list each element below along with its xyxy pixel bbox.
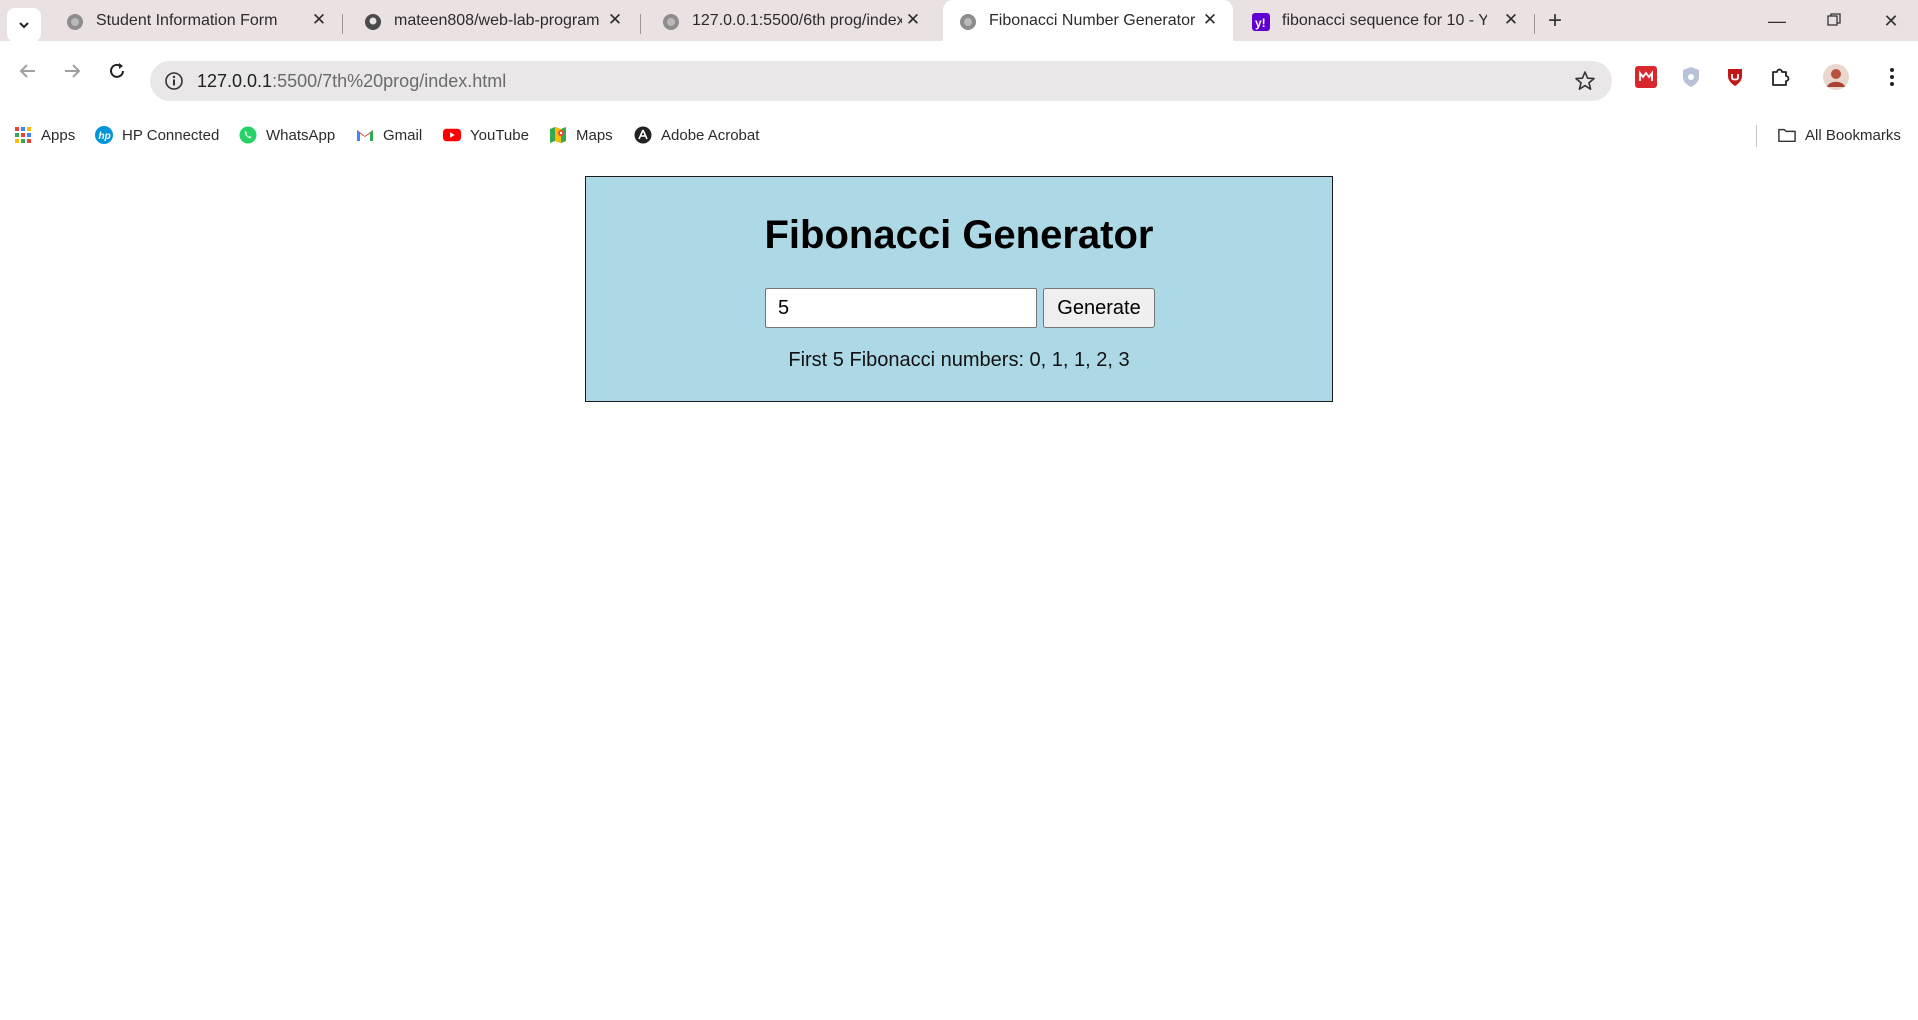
- bookmark-youtube[interactable]: YouTube: [443, 117, 529, 153]
- hp-icon: hp: [95, 126, 113, 144]
- url-host: 127.0.0.1: [197, 71, 273, 91]
- tab-title: Fibonacci Number Generator: [989, 12, 1196, 29]
- tab-student-information-form[interactable]: Student Information Form ✕: [50, 0, 340, 41]
- new-tab-button[interactable]: +: [1543, 9, 1567, 33]
- tab-divider: [342, 14, 343, 34]
- apps-grid-icon: [14, 126, 32, 144]
- page-title: Fibonacci Generator: [764, 213, 1154, 257]
- bookmark-label: Apps: [41, 126, 76, 144]
- tab-title: Student Information Form: [96, 12, 278, 29]
- close-icon[interactable]: ✕: [1502, 11, 1520, 29]
- bookmark-adobe-acrobat[interactable]: Adobe Acrobat: [634, 117, 759, 153]
- bookmark-hp-connected[interactable]: hp HP Connected: [95, 117, 219, 153]
- tab-title: fibonacci sequence for 10 - Yah: [1282, 12, 1487, 29]
- avatar-icon: [1823, 64, 1849, 90]
- bookmark-label: Gmail: [383, 126, 423, 144]
- globe-icon: [960, 14, 976, 30]
- bookmark-star-icon[interactable]: [1574, 70, 1596, 92]
- bookmark-label: WhatsApp: [266, 126, 336, 144]
- tab-divider: [640, 14, 641, 34]
- reload-icon: [110, 63, 124, 78]
- bookmark-label: Adobe Acrobat: [661, 126, 760, 144]
- tab-title: 127.0.0.1:5500/6th prog/index.h: [692, 12, 902, 29]
- bookmarks-bar: Apps hp HP Connected WhatsApp Gmail YouT…: [0, 117, 1918, 153]
- tab-github-repo[interactable]: mateen808/web-lab-programs ✕: [348, 0, 638, 41]
- globe-icon: [67, 14, 83, 30]
- result-text: First 5 Fibonacci numbers: 0, 1, 1, 2, 3: [788, 349, 1130, 371]
- close-window-button[interactable]: ✕: [1879, 10, 1903, 32]
- profile-avatar[interactable]: [1822, 63, 1850, 91]
- bookmark-whatsapp[interactable]: WhatsApp: [239, 117, 335, 153]
- github-icon: [365, 14, 381, 30]
- forward-button[interactable]: [60, 59, 84, 83]
- tab-6th-prog[interactable]: 127.0.0.1:5500/6th prog/index.h ✕: [646, 0, 936, 41]
- reload-button[interactable]: [105, 59, 129, 83]
- kebab-menu-icon: [1890, 68, 1894, 86]
- close-icon[interactable]: ✕: [606, 11, 624, 29]
- tab-strip: Student Information Form ✕ mateen808/web…: [0, 0, 1918, 42]
- yahoo-icon: y!: [1252, 13, 1270, 31]
- extension-mega-button[interactable]: [1634, 65, 1658, 89]
- browser-toolbar: 127.0.0.1:5500/7th%20prog/index.html: [0, 41, 1918, 117]
- arrow-right-icon: [65, 64, 81, 78]
- chevron-down-icon: [19, 22, 29, 29]
- tab-divider: [1534, 14, 1535, 34]
- site-info-icon[interactable]: [164, 71, 184, 91]
- all-bookmarks-label: All Bookmarks: [1805, 126, 1901, 144]
- fibonacci-card: Fibonacci Generator Generate First 5 Fib…: [585, 176, 1333, 402]
- svg-text:y!: y!: [1255, 16, 1266, 30]
- url-path: :5500/7th%20prog/index.html: [272, 71, 507, 91]
- minimize-button[interactable]: —: [1765, 10, 1789, 32]
- extension-mcafee-button[interactable]: [1723, 65, 1747, 89]
- back-button[interactable]: [16, 59, 40, 83]
- close-icon[interactable]: ✕: [904, 11, 922, 29]
- bookmark-label: HP Connected: [122, 126, 220, 144]
- maps-icon: [549, 126, 567, 144]
- bookmark-maps[interactable]: Maps: [549, 117, 613, 153]
- globe-icon: [663, 14, 679, 30]
- youtube-icon: [443, 126, 461, 144]
- restore-button[interactable]: [1822, 10, 1846, 32]
- generate-button[interactable]: Generate: [1043, 288, 1155, 328]
- address-bar[interactable]: 127.0.0.1:5500/7th%20prog/index.html: [150, 61, 1612, 101]
- acrobat-icon: [634, 126, 652, 144]
- shield-icon: [1683, 67, 1699, 87]
- svg-text:hp: hp: [99, 131, 111, 142]
- close-icon[interactable]: ✕: [310, 11, 328, 29]
- bookmark-apps[interactable]: Apps: [14, 117, 75, 153]
- all-bookmarks-button[interactable]: All Bookmarks: [1778, 117, 1901, 153]
- tab-search-button[interactable]: [7, 8, 41, 42]
- folder-icon: [1778, 126, 1796, 144]
- close-icon[interactable]: ✕: [1201, 11, 1219, 29]
- arrow-left-icon: [19, 64, 35, 78]
- puzzle-icon: [1772, 68, 1790, 86]
- extension-shield-button[interactable]: [1679, 65, 1703, 89]
- mcafee-shield-icon: [1728, 69, 1742, 86]
- number-input[interactable]: [765, 288, 1037, 328]
- gmail-icon: [356, 126, 374, 144]
- tab-yahoo-search[interactable]: y! fibonacci sequence for 10 - Yah ✕: [1236, 0, 1526, 41]
- tab-fibonacci-number-generator[interactable]: Fibonacci Number Generator ✕: [943, 0, 1233, 41]
- bookmarks-divider: [1756, 125, 1757, 147]
- whatsapp-icon: [239, 126, 257, 144]
- restore-icon: [1827, 13, 1841, 26]
- browser-menu-button[interactable]: [1880, 65, 1904, 89]
- bookmark-label: Maps: [576, 126, 613, 144]
- mega-extension-icon: [1635, 66, 1657, 88]
- extensions-button[interactable]: [1768, 65, 1792, 89]
- bookmark-label: YouTube: [470, 126, 529, 144]
- bookmark-gmail[interactable]: Gmail: [356, 117, 422, 153]
- url-text[interactable]: 127.0.0.1:5500/7th%20prog/index.html: [197, 71, 506, 92]
- tab-title: mateen808/web-lab-programs: [394, 12, 599, 29]
